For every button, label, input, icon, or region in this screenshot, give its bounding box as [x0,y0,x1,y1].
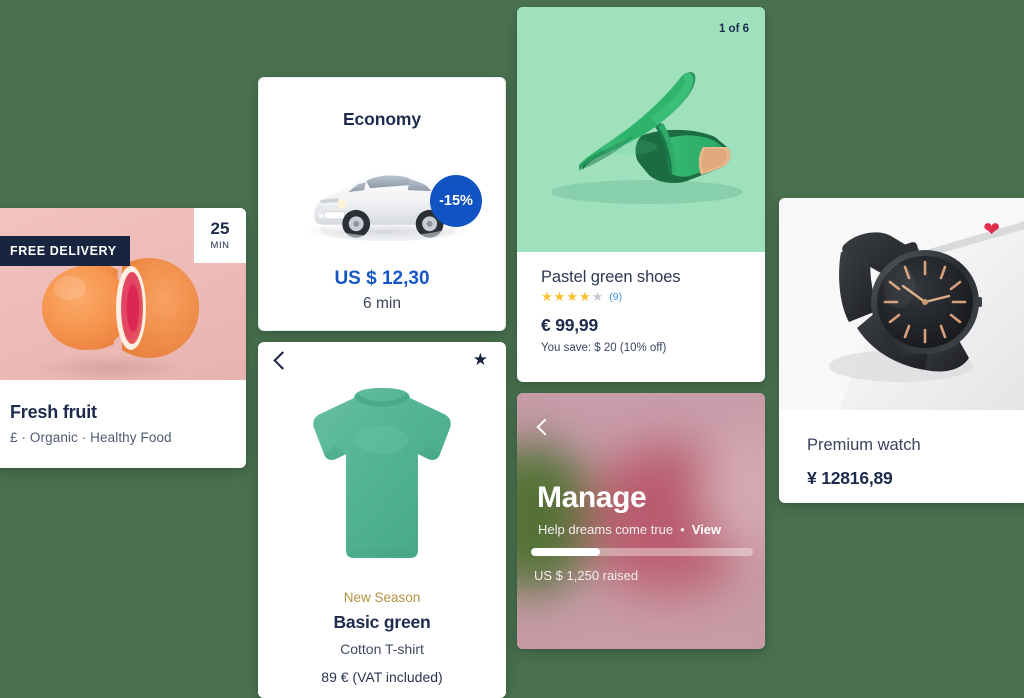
product-card-premium-watch[interactable]: ❤ Premium watch ¥ 12816,89 [779,198,1024,503]
watch-title: Premium watch [807,436,921,454]
star-icon-4: ★ [578,289,591,304]
manage-title: Manage [537,481,647,514]
manage-subtitle-row: Help dreams come true • View [538,522,721,537]
economy-title: Economy [342,109,422,129]
shoes-title: Pastel green shoes [541,268,681,286]
fruit-meta: £ · Organic · Healthy Food [10,430,172,445]
star-icon[interactable]: ★ [473,351,488,368]
tshirt-subtitle: Cotton T-shirt [340,641,424,657]
discount-badge: -15% [430,175,482,227]
view-link[interactable]: View [692,522,721,537]
amount-raised: US $ 1,250 raised [534,568,639,583]
tshirt-illustration [313,388,451,558]
watch-card-body: Premium watch ¥ 12816,89 [779,410,1024,489]
fruit-title: Fresh fruit [10,402,97,422]
manage-overlay: Manage Help dreams come true • View US $… [517,393,765,649]
shoes-savings: You save: $ 20 (10% off) [541,342,667,354]
chevron-left-icon[interactable] [536,418,554,436]
eta-number: 25 [210,219,230,238]
tshirt-price: 89 € (VAT included) [321,669,443,685]
progress-bar-fill [531,548,600,556]
rating-row[interactable]: ★ ★ ★ ★ ★ (9) [541,290,741,303]
tshirt-card-body: New Season Basic green Cotton T-shirt 89… [258,590,506,685]
campaign-card-manage[interactable]: Manage Help dreams come true • View US $… [517,393,765,649]
product-card-pastel-green-shoes[interactable]: 1 of 6 Pastel green shoes ★ ★ ★ ★ ★ (9) … [517,7,765,382]
free-delivery-badge: FREE DELIVERY [0,236,130,266]
car-image-wrap: -15% [259,144,505,254]
product-card-fresh-fruit[interactable]: FREE DELIVERY 25 MIN Fresh fruit £ · Org… [0,208,246,468]
star-icon-2: ★ [553,289,566,304]
economy-eta: 6 min [363,295,401,312]
ride-option-card-economy[interactable]: Economy -15% US $ 12,30 6 min [258,77,506,331]
shoes-card-body: Pastel green shoes ★ ★ ★ ★ ★ (9) € 99,99… [517,252,765,354]
separator-dot: • [680,522,685,537]
image-counter: 1 of 6 [718,23,749,35]
heart-icon[interactable]: ❤ [983,220,1000,240]
delivery-eta-badge: 25 MIN [194,208,246,263]
green-heels-illustration [551,72,743,204]
product-card-basic-green[interactable]: ★ New Season Basic green Cotton T-shirt … [258,342,506,698]
fruit-card-body: Fresh fruit £ · Organic · Healthy Food [0,380,246,445]
star-icon-1: ★ [541,289,553,304]
shoes-image: 1 of 6 [517,7,765,252]
star-icon-3: ★ [566,289,578,304]
economy-price: US $ 12,30 [334,268,430,289]
watch-price: ¥ 12816,89 [807,468,893,488]
fruit-image: FREE DELIVERY 25 MIN [0,208,246,380]
progress-bar [531,548,753,556]
manage-subtitle: Help dreams come true [538,522,674,537]
star-icon-5: ★ [591,289,604,304]
tshirt-season-tag: New Season [343,590,421,605]
tshirt-topbar: ★ [258,342,506,380]
eta-unit: MIN [210,240,230,251]
tshirt-image-wrap [258,380,506,570]
shoes-price: € 99,99 [541,315,598,335]
watch-image: ❤ [779,198,1024,410]
chevron-left-icon[interactable] [273,351,292,370]
tshirt-title: Basic green [333,612,431,632]
review-count-link[interactable]: (9) [609,291,622,303]
